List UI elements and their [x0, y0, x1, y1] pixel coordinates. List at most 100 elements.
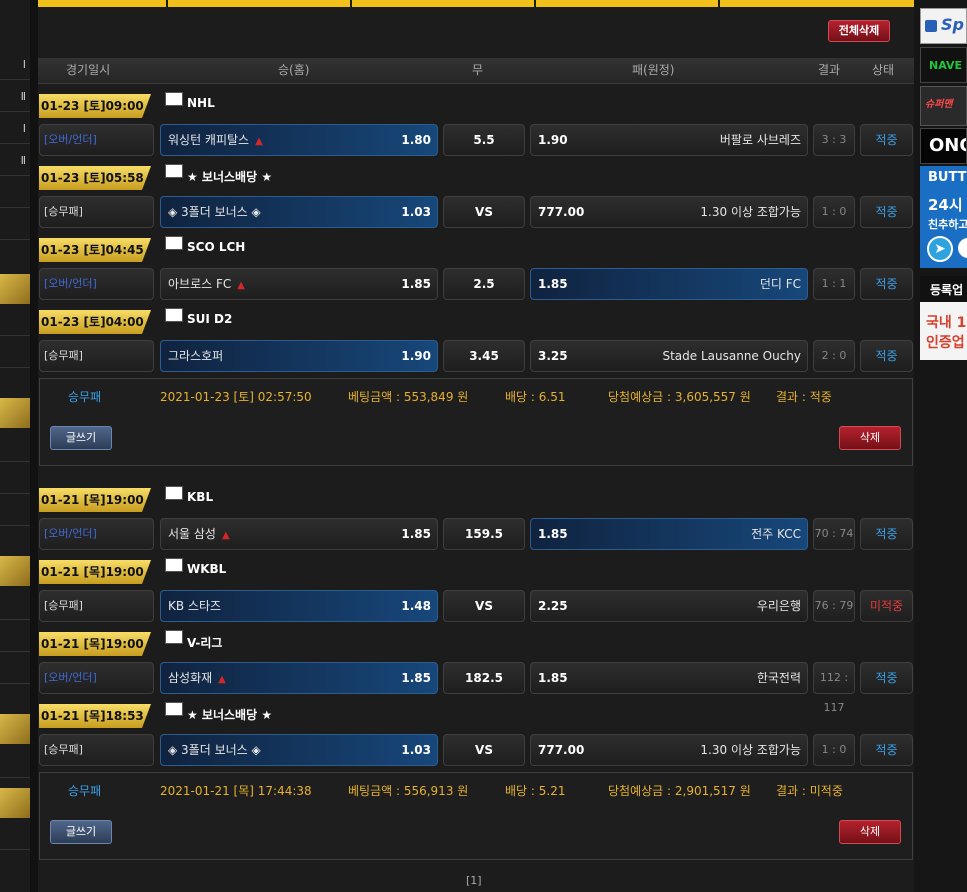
- match-date: 01-23 [토]04:45: [39, 238, 151, 262]
- left-nav-item[interactable]: [0, 748, 30, 778]
- draw-pick[interactable]: 2.5: [443, 268, 525, 300]
- banner-text: BUTT: [928, 170, 967, 185]
- away-pick[interactable]: 777.00 1.30 이상 조합가능: [530, 196, 808, 228]
- sponsor-banner[interactable]: Sp: [920, 8, 967, 44]
- home-team: 그라스호퍼: [168, 349, 224, 363]
- home-pick[interactable]: 서울 삼성 ▲ 1.85: [160, 518, 438, 550]
- league-flag-icon: [165, 164, 183, 178]
- home-pick[interactable]: 삼성화재 ▲ 1.85: [160, 662, 438, 694]
- banner-text: 친추하고: [928, 218, 967, 231]
- banner-text: 인증업: [926, 335, 965, 351]
- away-team: 던디 FC: [759, 277, 801, 291]
- away-odds: 1.85: [538, 671, 568, 685]
- left-nav-item[interactable]: [0, 590, 30, 620]
- home-pick[interactable]: 그라스호퍼 1.90: [160, 340, 438, 372]
- col-home: 승(홈): [278, 63, 310, 77]
- home-pick[interactable]: ◈ 3폴더 보너스 ◈ 1.03: [160, 196, 438, 228]
- summary-datetime: 2021-01-23 [토] 02:57:50: [160, 390, 312, 404]
- away-pick[interactable]: 1.85 던디 FC: [530, 268, 808, 300]
- home-pick[interactable]: 워싱턴 캐피탈스 ▲ 1.80: [160, 124, 438, 156]
- left-nav-item[interactable]: Ⅱ: [0, 82, 30, 112]
- left-nav-item[interactable]: [0, 654, 30, 684]
- summary-odds: 배당 : 5.21: [505, 784, 566, 798]
- left-nav-item[interactable]: [0, 496, 30, 526]
- left-nav-item[interactable]: Ⅱ: [0, 146, 30, 176]
- telegram-icon: ➤: [927, 236, 953, 262]
- league-row: 01-23 [토]09:00 NHL: [39, 86, 913, 118]
- league-name: ★ 보너스배당 ★: [187, 708, 273, 722]
- summary-amount: 베팅금액 : 556,913 원: [348, 784, 469, 798]
- superman-banner[interactable]: 슈퍼맨: [920, 86, 967, 126]
- away-pick[interactable]: 3.25 Stade Lausanne Ouchy: [530, 340, 808, 372]
- home-team: ◈ 3폴더 보너스 ◈: [168, 205, 261, 219]
- bet-history-panel: 전체삭제 경기일시 승(홈) 무 패(원정) 결과 상태 01-23 [토]09…: [38, 0, 914, 892]
- left-sidebar: Ⅰ Ⅱ Ⅰ Ⅱ: [0, 0, 30, 892]
- write-button[interactable]: 글쓰기: [50, 426, 112, 450]
- home-team: 워싱턴 캐피탈스 ▲: [168, 133, 263, 147]
- status-badge: 적중: [860, 124, 913, 156]
- league-row: 01-23 [토]04:45 SCO LCH: [39, 230, 913, 262]
- col-draw: 무: [472, 63, 484, 77]
- register-banner[interactable]: 등록업: [920, 276, 967, 302]
- draw-pick[interactable]: VS: [443, 590, 525, 622]
- left-nav-item[interactable]: [0, 306, 30, 336]
- draw-pick[interactable]: 159.5: [443, 518, 525, 550]
- summary-datetime: 2021-01-21 [목] 17:44:38: [160, 784, 312, 798]
- left-nav-item[interactable]: [0, 820, 30, 850]
- away-pick[interactable]: 1.90 버팔로 사브레즈: [530, 124, 808, 156]
- draw-pick[interactable]: 5.5: [443, 124, 525, 156]
- league-flag-icon: [165, 308, 183, 322]
- banner-text: 국내 1: [926, 315, 967, 331]
- left-nav-item[interactable]: Ⅰ: [0, 114, 30, 144]
- draw-pick[interactable]: 182.5: [443, 662, 525, 694]
- league-row: 01-21 [목]18:53 ★ 보너스배당 ★: [39, 696, 913, 728]
- away-pick[interactable]: 777.00 1.30 이상 조합가능: [530, 734, 808, 766]
- status-badge: 적중: [860, 662, 913, 694]
- home-team: ◈ 3폴더 보너스 ◈: [168, 743, 261, 757]
- away-team: 한국전력: [756, 671, 801, 685]
- left-nav-item[interactable]: Ⅰ: [0, 50, 30, 80]
- delete-button[interactable]: 삭제: [839, 820, 901, 844]
- naver-banner[interactable]: NAVE: [920, 47, 967, 83]
- left-banner[interactable]: [0, 398, 30, 428]
- left-nav-item[interactable]: [0, 178, 30, 208]
- away-pick[interactable]: 1.85 전주 KCC: [530, 518, 808, 550]
- league-flag-icon: [165, 558, 183, 572]
- draw-pick[interactable]: VS: [443, 734, 525, 766]
- league-name: SCO LCH: [187, 240, 246, 254]
- summary-odds: 배당 : 6.51: [505, 390, 566, 404]
- match-date: 01-21 [목]18:53: [39, 704, 151, 728]
- left-banner[interactable]: [0, 556, 30, 586]
- home-pick[interactable]: 아브로스 FC ▲ 1.85: [160, 268, 438, 300]
- bet-type: [오버/언더]: [39, 268, 154, 300]
- ono-banner[interactable]: ONO: [920, 128, 967, 164]
- away-team: Stade Lausanne Ouchy: [662, 349, 801, 363]
- verified-banner[interactable]: 국내 1 인증업: [920, 302, 967, 360]
- left-banner[interactable]: [0, 788, 30, 818]
- left-banner[interactable]: [0, 714, 30, 744]
- left-banner[interactable]: [0, 274, 30, 304]
- draw-pick[interactable]: 3.45: [443, 340, 525, 372]
- home-pick[interactable]: ◈ 3폴더 보너스 ◈ 1.03: [160, 734, 438, 766]
- game-row: [승무패] ◈ 3폴더 보너스 ◈ 1.03 VS 777.00 1.30 이상…: [39, 732, 913, 768]
- draw-pick[interactable]: VS: [443, 196, 525, 228]
- delete-all-button[interactable]: 전체삭제: [828, 20, 890, 42]
- bet-type: [승무패]: [39, 590, 154, 622]
- left-nav-item[interactable]: [0, 432, 30, 462]
- banner-text: 24시: [928, 196, 963, 214]
- write-button[interactable]: 글쓰기: [50, 820, 112, 844]
- left-nav-item[interactable]: [0, 622, 30, 652]
- arrow-up-icon: ▲: [218, 674, 226, 685]
- away-pick[interactable]: 1.85 한국전력: [530, 662, 808, 694]
- left-nav-item[interactable]: [0, 210, 30, 240]
- telegram-banner[interactable]: BUTT 24시 친추하고 ➤: [920, 166, 967, 268]
- away-pick[interactable]: 2.25 우리은행: [530, 590, 808, 622]
- game-row: [승무패] KB 스타즈 1.48 VS 2.25 우리은행 76 : 79 미…: [39, 588, 913, 624]
- summary-result: 결과 : 적중: [776, 390, 832, 404]
- left-nav-item[interactable]: [0, 338, 30, 368]
- pagination[interactable]: [1]: [466, 874, 482, 887]
- match-score: 70 : 74: [813, 518, 855, 550]
- home-pick[interactable]: KB 스타즈 1.48: [160, 590, 438, 622]
- delete-button[interactable]: 삭제: [839, 426, 901, 450]
- left-nav-item[interactable]: [0, 464, 30, 494]
